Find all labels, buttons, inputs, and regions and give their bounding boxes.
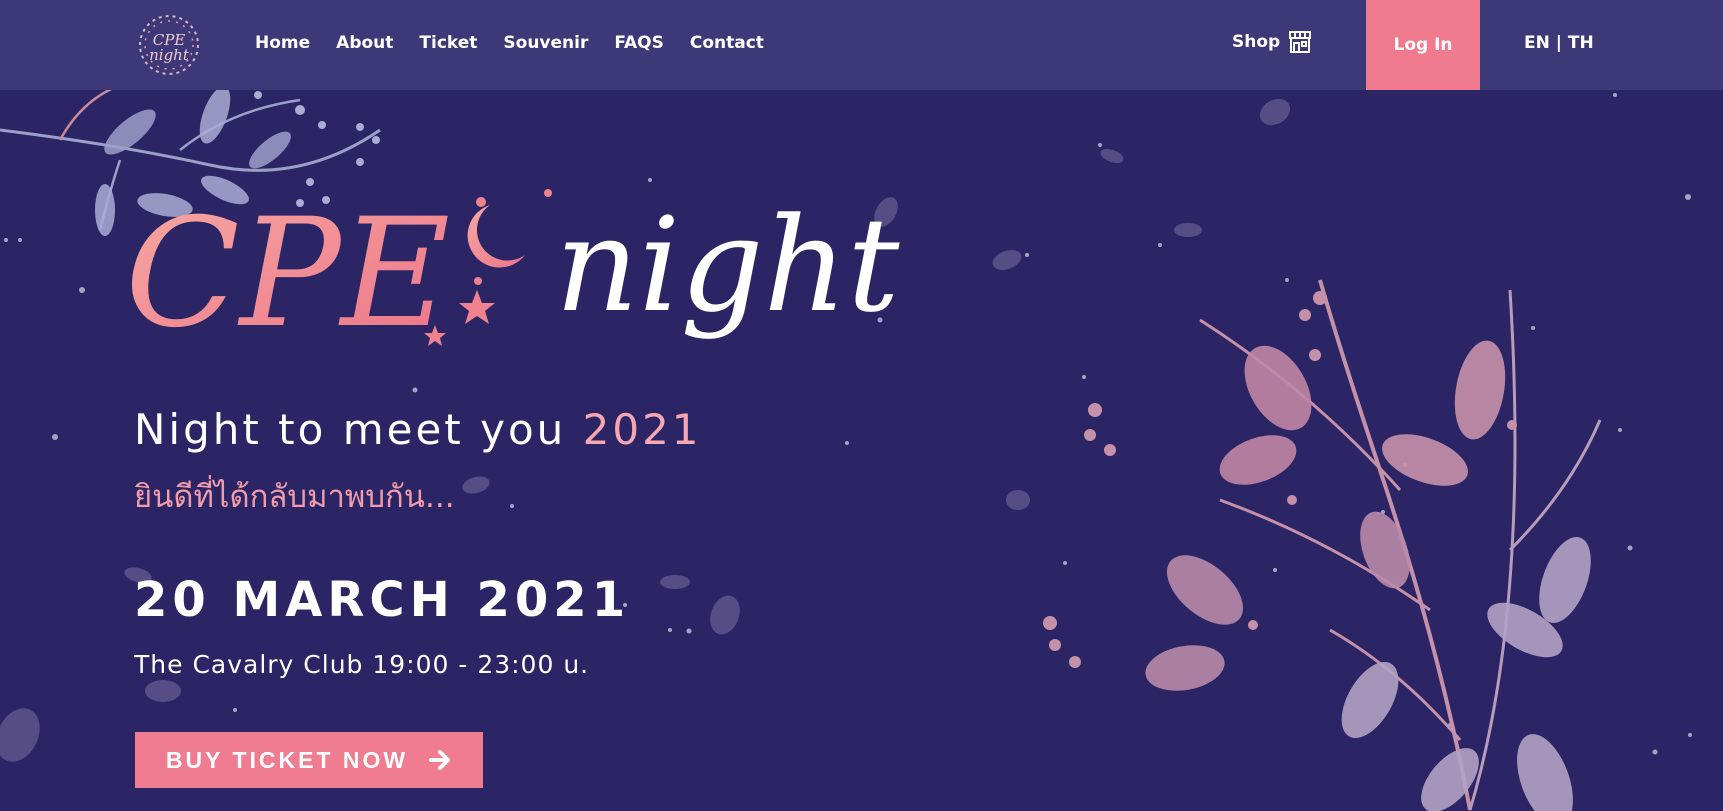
nav-home[interactable]: Home: [255, 32, 310, 54]
nav-contact[interactable]: Contact: [690, 32, 764, 54]
lang-separator: |: [1555, 33, 1562, 53]
hero-logo-night: night: [555, 189, 900, 341]
nav-souvenir[interactable]: Souvenir: [503, 32, 588, 54]
hero-logo: CPE night: [125, 185, 905, 361]
star-icon: [459, 290, 495, 324]
login-label: Log In: [1393, 35, 1453, 55]
hero-logo-art: CPE night: [125, 187, 900, 361]
logo-wordmark: CPE night: [149, 31, 189, 64]
tagline-year: 2021: [582, 405, 702, 454]
shop-link[interactable]: Shop: [1232, 30, 1312, 54]
login-button[interactable]: Log In: [1366, 0, 1480, 90]
buy-ticket-label: BUY TICKET NOW: [165, 746, 409, 773]
site-logo[interactable]: CPE night: [134, 11, 204, 79]
nav-ticket[interactable]: Ticket: [419, 32, 477, 54]
nav-about[interactable]: About: [336, 32, 393, 54]
moon-icon: [467, 205, 525, 268]
event-date: 20 MARCH 2021: [134, 572, 631, 628]
lang-en[interactable]: EN: [1524, 33, 1550, 53]
nav-faqs[interactable]: FAQS: [614, 32, 664, 54]
shop-label: Shop: [1232, 32, 1281, 52]
hero-tagline: Night to meet you 2021: [134, 405, 702, 455]
hero-logo-cpe: CPE: [125, 187, 450, 360]
thai-greeting: ยินดีที่ได้กลับมาพบกัน...: [134, 479, 455, 515]
event-venue: The Cavalry Club 19:00 - 23:00 u.: [134, 650, 590, 679]
lang-th[interactable]: TH: [1568, 33, 1594, 53]
language-switcher: EN | TH: [1524, 32, 1594, 54]
tagline-text: Night to meet you: [134, 405, 567, 454]
main-nav: Home About Ticket Souvenir FAQS Contact: [255, 32, 790, 54]
right-flower-branches: [1043, 279, 1602, 811]
arrow-right-icon: [429, 750, 451, 770]
top-navigation-bar: CPE night Home About Ticket Souvenir FAQ…: [0, 0, 1723, 90]
buy-ticket-button[interactable]: BUY TICKET NOW: [135, 732, 483, 788]
shop-icon: [1289, 31, 1312, 53]
